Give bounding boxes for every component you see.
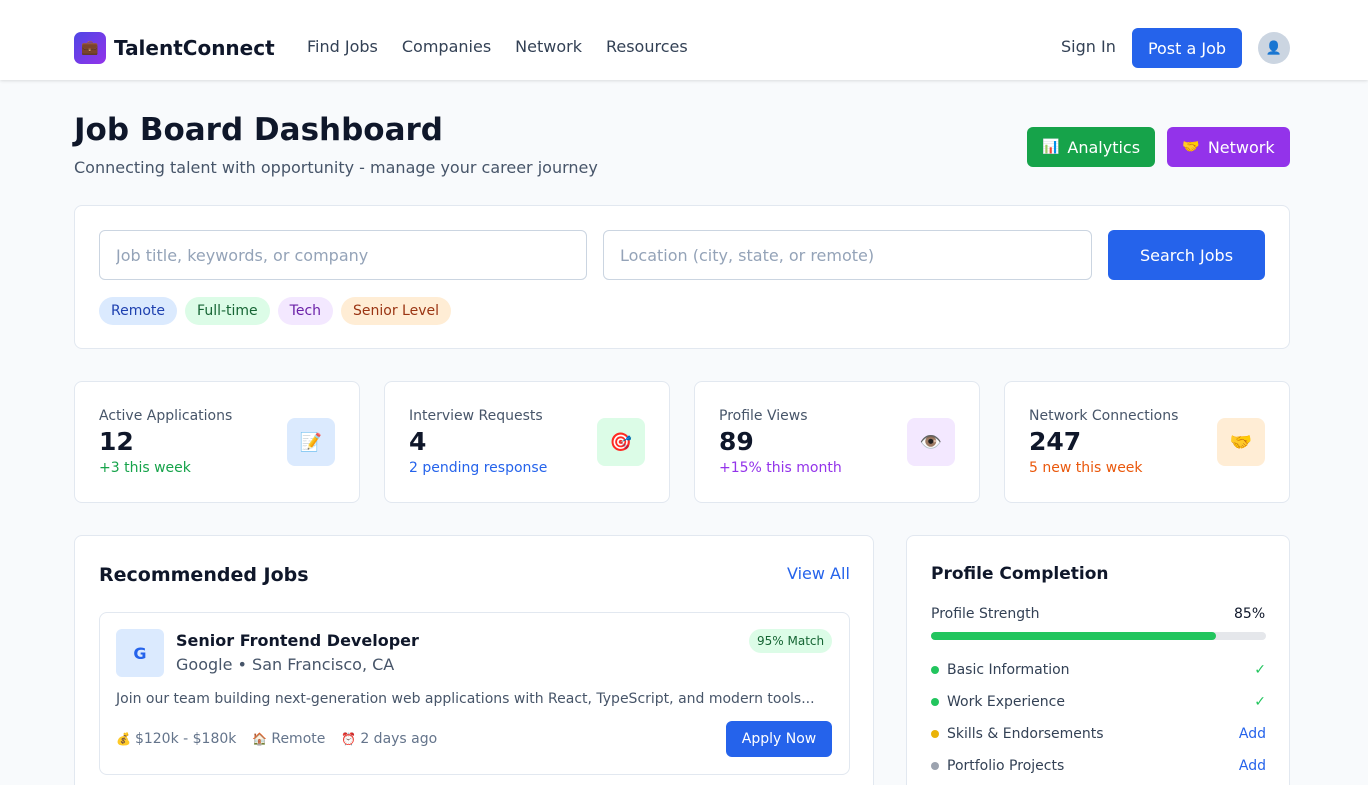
profile-strength-bar — [931, 632, 1266, 640]
network-label: Network — [1207, 137, 1275, 157]
profile-strength-value: 85% — [1234, 606, 1266, 622]
checkmark-icon: ✓ — [1254, 694, 1266, 710]
stat-value: 4 — [409, 427, 427, 456]
job-meta: 💰 $120k - $180k 🏠 Remote ⏰ 2 days ago — [116, 731, 453, 747]
network-button[interactable]: 🤝 Network — [1167, 127, 1290, 167]
checklist-item: Basic Information ✓ — [931, 654, 1266, 686]
handshake-icon: 🤝 — [1182, 139, 1200, 155]
checklist-item: Portfolio Projects Add — [931, 750, 1266, 782]
checklist-item: Work Experience ✓ — [931, 686, 1266, 718]
nav-network[interactable]: Network — [515, 37, 582, 56]
match-badge: 95% Match — [749, 629, 833, 653]
job-title[interactable]: Senior Frontend Developer — [176, 631, 419, 650]
money-bag-icon: 💰 — [116, 732, 131, 746]
search-jobs-button[interactable]: Search Jobs — [1108, 230, 1265, 280]
bar-chart-icon: 📊 — [1041, 139, 1060, 155]
stat-delta: +15% this month — [719, 460, 842, 476]
tag-remote[interactable]: Remote — [99, 297, 178, 325]
top-navbar: 💼 TalentConnect Find Jobs Companies Netw… — [0, 0, 1368, 80]
house-icon: 🏠 — [252, 732, 268, 746]
nav-resources[interactable]: Resources — [606, 37, 688, 56]
target-icon: 🎯 — [597, 418, 645, 466]
user-icon: 👤 — [1265, 40, 1283, 56]
search-panel: Search Jobs Remote Full-time Tech Senior… — [74, 205, 1290, 349]
brand-name: TalentConnect — [114, 36, 275, 60]
stat-label: Profile Views — [719, 408, 808, 424]
add-portfolio-link[interactable]: Add — [1239, 758, 1266, 774]
brand[interactable]: 💼 TalentConnect — [74, 32, 275, 64]
analytics-button[interactable]: 📊 Analytics — [1027, 127, 1155, 167]
apply-now-button[interactable]: Apply Now — [726, 721, 832, 757]
profile-strength-label: Profile Strength — [931, 606, 1040, 622]
eye-icon: 👁️ — [907, 418, 955, 466]
post-job-button[interactable]: Post a Job — [1132, 28, 1242, 68]
status-dot — [931, 730, 939, 738]
alarm-clock-icon: ⏰ — [341, 732, 357, 746]
checklist-label: Portfolio Projects — [947, 758, 1065, 774]
job-location-type: Remote — [271, 731, 326, 747]
keyword-search-input[interactable] — [99, 230, 587, 280]
stat-delta: 5 new this week — [1029, 460, 1143, 476]
profile-strength-fill — [931, 632, 1216, 640]
section-title: Recommended Jobs — [99, 564, 309, 586]
status-dot — [931, 666, 939, 674]
stat-card-interview-requests[interactable]: Interview Requests 4 2 pending response … — [384, 381, 670, 503]
stat-card-active-applications[interactable]: Active Applications 12 +3 this week 📝 — [74, 381, 360, 503]
stat-delta: +3 this week — [99, 460, 191, 476]
checklist-label: Work Experience — [947, 694, 1065, 710]
briefcase-icon: 💼 — [74, 32, 106, 64]
memo-icon: 📝 — [287, 418, 335, 466]
checklist-label: Skills & Endorsements — [947, 726, 1104, 742]
location-search-input[interactable] — [603, 230, 1092, 280]
page-title: Job Board Dashboard — [74, 112, 443, 148]
stat-delta: 2 pending response — [409, 460, 548, 476]
stat-card-profile-views[interactable]: Profile Views 89 +15% this month 👁️ — [694, 381, 980, 503]
recommended-jobs-panel: Recommended Jobs View All G Senior Front… — [74, 535, 874, 785]
tag-full-time[interactable]: Full-time — [185, 297, 270, 325]
user-avatar[interactable]: 👤 — [1258, 32, 1290, 64]
nav-find-jobs[interactable]: Find Jobs — [307, 37, 378, 56]
stat-label: Interview Requests — [409, 408, 543, 424]
handshake-icon: 🤝 — [1217, 418, 1265, 466]
checklist-item: Skills & Endorsements Add — [931, 718, 1266, 750]
job-description: Join our team building next-generation w… — [116, 691, 815, 707]
tag-tech[interactable]: Tech — [277, 297, 334, 325]
stat-label: Active Applications — [99, 408, 233, 424]
profile-completion-panel: Profile Completion Profile Strength 85% … — [906, 535, 1290, 785]
stat-value: 12 — [99, 427, 134, 456]
view-all-link[interactable]: View All — [787, 564, 850, 583]
quick-filter-tags: Remote Full-time Tech Senior Level — [99, 297, 459, 325]
checkmark-icon: ✓ — [1254, 662, 1266, 678]
sign-in-link[interactable]: Sign In — [1061, 37, 1116, 56]
status-dot — [931, 762, 939, 770]
analytics-label: Analytics — [1067, 137, 1141, 157]
job-card[interactable]: G Senior Frontend Developer Google • San… — [99, 612, 850, 775]
section-title: Profile Completion — [931, 564, 1109, 584]
job-company: Google • San Francisco, CA — [176, 655, 395, 674]
profile-checklist: Basic Information ✓ Work Experience ✓ Sk… — [931, 654, 1266, 782]
main-nav: Find Jobs Companies Network Resources — [307, 37, 712, 56]
company-logo: G — [116, 629, 164, 677]
status-dot — [931, 698, 939, 706]
job-posted: 2 days ago — [360, 731, 438, 747]
stat-value: 247 — [1029, 427, 1082, 456]
page-subtitle: Connecting talent with opportunity - man… — [74, 158, 598, 177]
stat-card-network-connections[interactable]: Network Connections 247 5 new this week … — [1004, 381, 1290, 503]
stat-label: Network Connections — [1029, 408, 1179, 424]
stat-value: 89 — [719, 427, 754, 456]
job-salary: $120k - $180k — [134, 731, 237, 747]
tag-senior-level[interactable]: Senior Level — [341, 297, 452, 325]
add-skills-link[interactable]: Add — [1239, 726, 1266, 742]
checklist-label: Basic Information — [947, 662, 1070, 678]
nav-companies[interactable]: Companies — [402, 37, 491, 56]
